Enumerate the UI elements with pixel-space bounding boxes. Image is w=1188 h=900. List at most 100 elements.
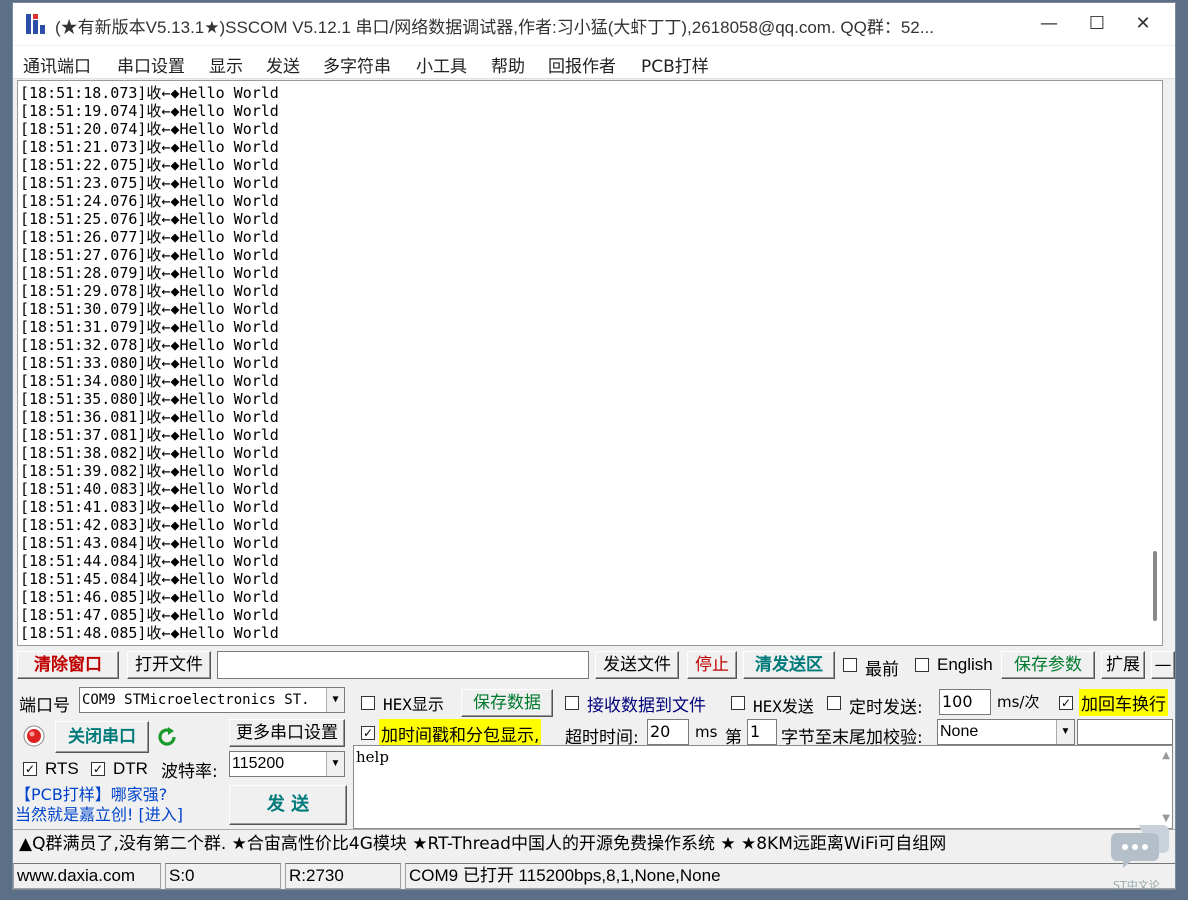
status-website[interactable]: www.daxia.com	[13, 863, 161, 889]
chevron-down-icon: ▼	[1056, 720, 1074, 744]
recv-to-file-checkbox[interactable]	[565, 696, 579, 710]
window-title: (★有新版本V5.13.1★)SSCOM V5.12.1 串口/网络数据调试器,…	[55, 18, 934, 37]
hex-send-checkbox[interactable]	[731, 696, 745, 710]
send-file-button[interactable]: 发送文件	[595, 651, 679, 679]
watermark-text: ST中文论	[1113, 879, 1160, 890]
menu-pcb[interactable]: PCB打样	[641, 52, 709, 77]
english-checkbox[interactable]	[915, 658, 929, 672]
chevron-down-icon: ▼	[326, 752, 344, 776]
app-icon	[26, 14, 45, 34]
baud-rate-label: 波特率:	[161, 762, 218, 782]
receive-line: [18:51:31.079]收←◆Hello World	[20, 318, 279, 336]
refresh-icon[interactable]	[155, 725, 179, 749]
timeout-input[interactable]: 20	[647, 719, 689, 745]
close-port-button[interactable]: 关闭串口	[55, 721, 149, 753]
receive-line: [18:51:41.083]收←◆Hello World	[20, 498, 279, 516]
close-button[interactable]: ✕	[1119, 3, 1167, 45]
topmost-checkbox[interactable]	[843, 658, 857, 672]
save-params-button[interactable]: 保存参数	[1001, 651, 1095, 679]
topmost-label: 最前	[865, 660, 899, 680]
receive-line: [18:51:19.074]收←◆Hello World	[20, 102, 279, 120]
receive-line: [18:51:37.081]收←◆Hello World	[20, 426, 279, 444]
receive-scrollbar-thumb[interactable]	[1153, 551, 1157, 621]
receive-line: [18:51:34.080]收←◆Hello World	[20, 372, 279, 390]
expand-button[interactable]: 扩展	[1101, 651, 1145, 679]
pcb-promo-line2: 当然就是嘉立创! [进入]	[15, 805, 183, 824]
checksum-select-value: None	[940, 723, 979, 740]
baud-rate-value: 115200	[232, 755, 285, 772]
receive-line: [18:51:24.076]收←◆Hello World	[20, 192, 279, 210]
collapse-button[interactable]: —	[1151, 651, 1175, 679]
receive-line: [18:51:22.075]收←◆Hello World	[20, 156, 279, 174]
send-button[interactable]: 发 送	[229, 785, 347, 825]
news-ticker[interactable]: ▲Q群满员了,没有第二个群. ★合宙高性价比4G模块 ★RT-Thread中国人…	[13, 829, 1175, 857]
dtr-checkbox[interactable]: ✓	[91, 762, 105, 776]
receive-line: [18:51:33.080]收←◆Hello World	[20, 354, 279, 372]
stop-button[interactable]: 停止	[687, 651, 737, 679]
checksum-extra-input[interactable]	[1077, 719, 1173, 745]
menu-help[interactable]: 帮助	[491, 52, 525, 77]
menu-bar: 通讯端口 串口设置 显示 发送 多字符串 小工具 帮助 回报作者 PCB打样	[13, 46, 1175, 79]
interval-input[interactable]: 100	[939, 689, 991, 715]
menu-display[interactable]: 显示	[209, 52, 243, 77]
chat-bubble-icon[interactable]	[1111, 821, 1171, 869]
timed-send-label: 定时发送:	[849, 698, 923, 718]
receive-line: [18:51:44.084]收←◆Hello World	[20, 552, 279, 570]
receive-line: [18:51:27.076]收←◆Hello World	[20, 246, 279, 264]
english-label: English	[937, 655, 993, 674]
menu-serial-settings[interactable]: 串口设置	[117, 52, 185, 77]
timestamp-label: 加时间戳和分包显示,	[379, 719, 542, 748]
checksum-start-byte-input[interactable]: 1	[747, 719, 777, 745]
menu-tools[interactable]: 小工具	[416, 52, 467, 77]
clear-window-button[interactable]: 清除窗口	[17, 651, 119, 679]
receive-line: [18:51:42.083]收←◆Hello World	[20, 516, 279, 534]
file-path-input[interactable]	[217, 651, 589, 679]
pcb-promo[interactable]: 【PCB打样】哪家强? 当然就是嘉立创! [进入]	[15, 785, 183, 825]
menu-send[interactable]: 发送	[266, 52, 300, 77]
maximize-button[interactable]: ☐	[1073, 3, 1121, 45]
port-select-value: COM9 STMicroelectronics ST.	[82, 692, 310, 708]
recv-to-file-label: 接收数据到文件	[587, 696, 706, 716]
rts-checkbox[interactable]: ✓	[23, 762, 37, 776]
hex-display-label: HEX显示	[383, 695, 444, 714]
menu-comm-port[interactable]: 通讯端口	[23, 52, 91, 77]
timestamp-checkbox[interactable]: ✓	[361, 726, 375, 740]
receive-line: [18:51:40.083]收←◆Hello World	[20, 480, 279, 498]
append-newline-label: 加回车换行	[1079, 689, 1168, 716]
status-sent-count: S:0	[165, 863, 281, 889]
receive-line: [18:51:46.085]收←◆Hello World	[20, 588, 279, 606]
minimize-button[interactable]: —	[1025, 3, 1073, 45]
menu-report-author[interactable]: 回报作者	[548, 52, 616, 77]
receive-line: [18:51:36.081]收←◆Hello World	[20, 408, 279, 426]
receive-line: [18:51:39.082]收←◆Hello World	[20, 462, 279, 480]
receive-line: [18:51:20.074]收←◆Hello World	[20, 120, 279, 138]
checksum-select[interactable]: None ▼	[937, 719, 1075, 745]
chevron-down-icon: ▼	[326, 688, 344, 712]
send-text: help	[356, 748, 389, 766]
port-select[interactable]: COM9 STMicroelectronics ST. ▼	[79, 687, 345, 713]
append-newline-checkbox[interactable]: ✓	[1059, 696, 1073, 710]
baud-rate-select[interactable]: 115200 ▼	[229, 751, 345, 777]
send-text-area[interactable]: help ▲ ▼	[353, 745, 1173, 829]
more-port-settings-button[interactable]: 更多串口设置	[229, 719, 345, 747]
receive-area[interactable]: [18:51:18.073]收←◆Hello World [18:51:19.07…	[17, 80, 1163, 646]
clear-send-button[interactable]: 清发送区	[743, 651, 835, 679]
receive-line: [18:51:18.073]收←◆Hello World	[20, 84, 279, 102]
timed-send-checkbox[interactable]	[827, 696, 841, 710]
status-bar: www.daxia.com S:0 R:2730 COM9 已打开 115200…	[13, 861, 1175, 889]
hex-send-label: HEX发送	[753, 697, 814, 716]
hex-display-checkbox[interactable]	[361, 696, 375, 710]
open-file-button[interactable]: 打开文件	[127, 651, 211, 679]
receive-line: [18:51:43.084]收←◆Hello World	[20, 534, 279, 552]
receive-line: [18:51:38.082]收←◆Hello World	[20, 444, 279, 462]
scroll-up-icon[interactable]: ▲	[1162, 750, 1170, 761]
dtr-label: DTR	[113, 759, 148, 778]
receive-line: [18:51:30.079]收←◆Hello World	[20, 300, 279, 318]
receive-line: [18:51:29.078]收←◆Hello World	[20, 282, 279, 300]
menu-multi-string[interactable]: 多字符串	[323, 52, 391, 77]
port-status-led-icon	[23, 725, 45, 747]
timeout-unit: ms	[695, 723, 718, 741]
save-data-button[interactable]: 保存数据	[461, 689, 553, 717]
receive-line: [18:51:25.076]收←◆Hello World	[20, 210, 279, 228]
pcb-promo-line1: 【PCB打样】哪家强?	[15, 785, 168, 804]
